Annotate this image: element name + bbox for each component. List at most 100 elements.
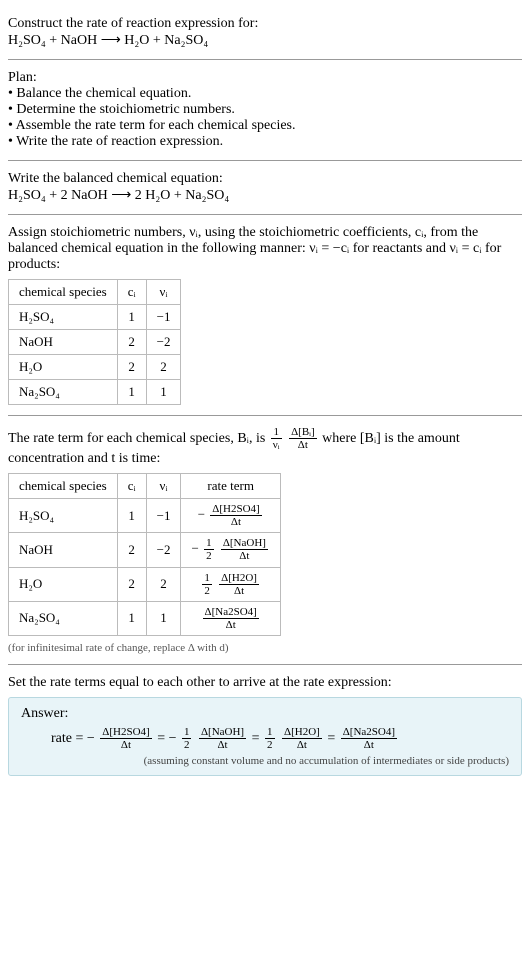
frac-den: 2 — [204, 550, 214, 562]
balanced-section: Write the balanced chemical equation: H₂… — [8, 171, 522, 204]
fraction: Δ[NaOH] Δt — [221, 537, 268, 562]
frac-num: Δ[H2SO4] — [100, 726, 151, 739]
fraction: Δ[H2SO4] Δt — [100, 726, 151, 751]
frac-den: Δt — [199, 739, 246, 751]
answer-label: Answer: — [21, 706, 509, 722]
col-header: chemical species — [9, 280, 118, 305]
table-row: NaOH 2 −2 — [9, 330, 181, 355]
divider — [8, 415, 522, 416]
divider — [8, 664, 522, 665]
equals: = − — [157, 731, 176, 746]
intro-equation: H₂SO₄ + NaOH ⟶ H₂O + Na₂SO₄ — [8, 32, 522, 49]
col-header: νᵢ — [146, 474, 181, 499]
cell: −1 — [146, 499, 181, 533]
table-row: Na₂SO₄ 1 1 — [9, 380, 181, 405]
fraction: Δ[H2O] Δt — [219, 572, 259, 597]
fraction: Δ[H2O] Δt — [282, 726, 322, 751]
frac-num: Δ[H2O] — [282, 726, 322, 739]
fraction-coef: 1 2 — [182, 726, 192, 751]
cell: H₂SO₄ — [9, 305, 118, 330]
intro-section: Construct the rate of reaction expressio… — [8, 16, 522, 49]
cell: 1 — [146, 601, 181, 635]
table-row: H₂SO₄ 1 −1 — [9, 305, 181, 330]
cell: H₂O — [9, 355, 118, 380]
frac-den: Δt — [221, 550, 268, 562]
col-header: cᵢ — [117, 474, 146, 499]
equals: = — [252, 731, 263, 746]
cell: 2 — [117, 533, 146, 567]
frac-num: Δ[Na2SO4] — [203, 606, 259, 619]
table2-note: (for infinitesimal rate of change, repla… — [8, 642, 522, 654]
frac-den: Δt — [341, 739, 397, 751]
cell: 2 — [117, 355, 146, 380]
table-row: H₂O 2 2 1 2 Δ[H2O] Δt — [9, 567, 281, 601]
col-header: chemical species — [9, 474, 118, 499]
frac-den: Δt — [219, 585, 259, 597]
cell: −2 — [146, 533, 181, 567]
fraction: Δ[NaOH] Δt — [199, 726, 246, 751]
frac-den: 2 — [265, 739, 275, 751]
sign: − — [198, 507, 205, 522]
rate-term-section: The rate term for each chemical species,… — [8, 426, 522, 654]
divider — [8, 59, 522, 60]
table-row: Na₂SO₄ 1 1 Δ[Na2SO4] Δt — [9, 601, 281, 635]
frac-den: Δt — [282, 739, 322, 751]
frac-den: 2 — [202, 585, 212, 597]
frac-num: Δ[H2SO4] — [210, 503, 261, 516]
table-row: NaOH 2 −2 − 1 2 Δ[NaOH] Δt — [9, 533, 281, 567]
cell: 1 — [117, 601, 146, 635]
fraction-coef: 1 2 — [202, 572, 212, 597]
frac-den: 2 — [182, 739, 192, 751]
cell: 1 — [117, 380, 146, 405]
sign: − — [191, 541, 198, 556]
stoich-text: Assign stoichiometric numbers, νᵢ, using… — [8, 225, 522, 273]
fraction-coef: 1 2 — [265, 726, 275, 751]
frac-num: Δ[Na2SO4] — [341, 726, 397, 739]
fraction-coef: 1 2 — [204, 537, 214, 562]
balanced-heading: Write the balanced chemical equation: — [8, 171, 522, 187]
fraction: Δ[Na2SO4] Δt — [341, 726, 397, 751]
answer-box: Answer: rate = − Δ[H2SO4] Δt = − 1 2 Δ[N… — [8, 697, 522, 776]
plan-item: • Balance the chemical equation. — [8, 86, 522, 102]
table-row: H₂O 2 2 — [9, 355, 181, 380]
cell: 2 — [146, 567, 181, 601]
table-row: H₂SO₄ 1 −1 − Δ[H2SO4] Δt — [9, 499, 281, 533]
final-text: Set the rate terms equal to each other t… — [8, 675, 522, 691]
cell: 2 — [146, 355, 181, 380]
answer-note: (assuming constant volume and no accumul… — [21, 755, 509, 767]
cell: 1 — [117, 305, 146, 330]
col-header: νᵢ — [146, 280, 181, 305]
frac-den: νᵢ — [271, 439, 282, 451]
col-header: cᵢ — [117, 280, 146, 305]
frac-den: Δt — [289, 439, 317, 451]
frac-num: Δ[NaOH] — [199, 726, 246, 739]
frac-num: 1 — [182, 726, 192, 739]
cell: NaOH — [9, 533, 118, 567]
rate-term-text-1: The rate term for each chemical species,… — [8, 431, 269, 446]
cell: 2 — [117, 330, 146, 355]
plan-heading: Plan: — [8, 70, 522, 86]
frac-num: Δ[H2O] — [219, 572, 259, 585]
plan-item: • Determine the stoichiometric numbers. — [8, 102, 522, 118]
fraction: 1 νᵢ — [271, 426, 282, 451]
cell: H₂SO₄ — [9, 499, 118, 533]
divider — [8, 160, 522, 161]
plan-section: Plan: • Balance the chemical equation. •… — [8, 70, 522, 150]
frac-num: Δ[NaOH] — [221, 537, 268, 550]
frac-num: 1 — [265, 726, 275, 739]
plan-item: • Assemble the rate term for each chemic… — [8, 118, 522, 134]
equals: = — [327, 731, 338, 746]
stoich-section: Assign stoichiometric numbers, νᵢ, using… — [8, 225, 522, 405]
divider — [8, 214, 522, 215]
cell-rate: − 1 2 Δ[NaOH] Δt — [181, 533, 280, 567]
frac-num: 1 — [202, 572, 212, 585]
frac-num: Δ[Bᵢ] — [289, 426, 317, 439]
intro-line1: Construct the rate of reaction expressio… — [8, 16, 522, 32]
rate-lead: rate = − — [51, 731, 95, 746]
col-header: rate term — [181, 474, 280, 499]
cell: 1 — [146, 380, 181, 405]
fraction: Δ[Na2SO4] Δt — [203, 606, 259, 631]
rate-term-table: chemical species cᵢ νᵢ rate term H₂SO₄ 1… — [8, 473, 281, 636]
frac-num: 1 — [271, 426, 282, 439]
cell: H₂O — [9, 567, 118, 601]
